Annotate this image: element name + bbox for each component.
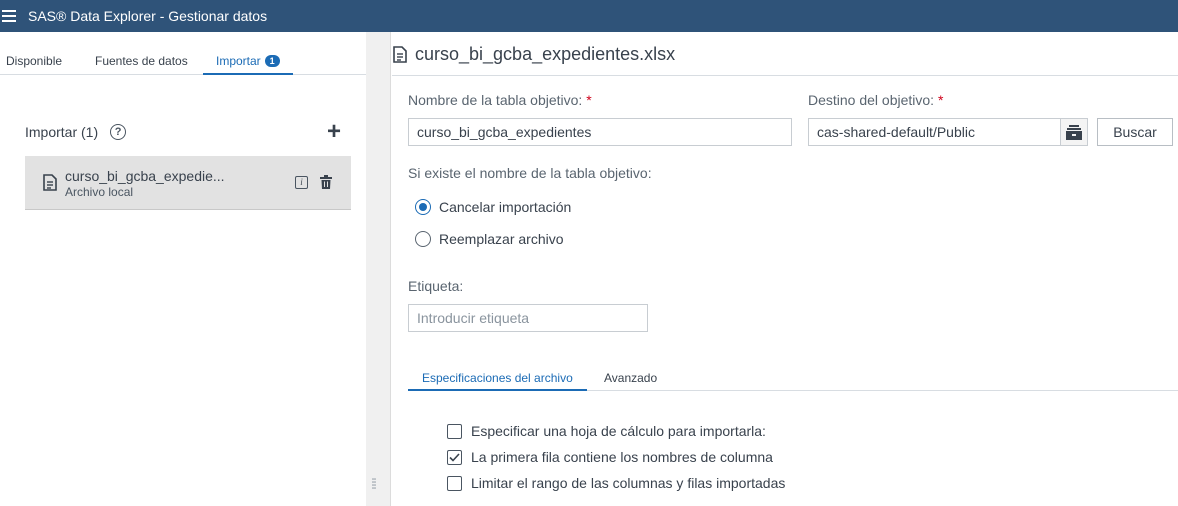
- checkbox-limit-range[interactable]: Limitar el rango de las columnas y filas…: [447, 475, 785, 491]
- required-mark: *: [586, 92, 592, 108]
- checkbox-specify-sheet-label: Especificar una hoja de cálculo para imp…: [471, 423, 766, 439]
- tab-importar-label: Importar: [216, 54, 261, 68]
- checkbox-limit-range-label: Limitar el rango de las columnas y filas…: [471, 475, 786, 491]
- help-icon[interactable]: ?: [110, 124, 127, 140]
- radio-replace-file[interactable]: Reemplazar archivo: [415, 231, 564, 247]
- detail-panel: curso_bi_gcba_expedientes.xlsx Nombre de…: [392, 32, 1178, 506]
- import-item-source: Archivo local: [65, 185, 134, 199]
- target-table-label: Nombre de la tabla objetivo: *: [408, 92, 592, 108]
- library-picker-button[interactable]: [1060, 118, 1088, 146]
- checkbox-specify-sheet[interactable]: Especificar una hoja de cálculo para imp…: [447, 423, 766, 439]
- panel-tabs: Disponible Fuentes de datos Importar 1: [0, 46, 366, 75]
- resize-grip-icon: [372, 478, 376, 489]
- checkbox-unchecked-icon: [447, 475, 462, 491]
- required-mark: *: [937, 92, 944, 108]
- import-header-label: Importar (1): [25, 124, 99, 140]
- left-panel: Disponible Fuentes de datos Importar 1 Im…: [0, 32, 366, 506]
- checkbox-unchecked-icon: [447, 423, 462, 439]
- panel-splitter[interactable]: [366, 32, 391, 506]
- tab-fuentes-de-datos[interactable]: Fuentes de datos: [95, 54, 188, 68]
- radio-unselected-icon: [415, 231, 431, 247]
- target-table-input[interactable]: [408, 118, 792, 146]
- trash-icon[interactable]: [320, 175, 332, 189]
- checkmark-icon: [449, 452, 460, 462]
- import-count-badge: 1: [264, 55, 280, 67]
- radio-cancel-import[interactable]: Cancelar importación: [415, 199, 571, 215]
- tab-disponible[interactable]: Disponible: [6, 54, 62, 68]
- target-dest-label-text: Destino del objetivo:: [808, 92, 935, 108]
- tag-label: Etiqueta:: [408, 278, 464, 294]
- checkbox-first-row-label: La primera fila contiene los nombres de …: [471, 449, 773, 465]
- library-icon: [1066, 124, 1082, 140]
- radio-selected-icon: [415, 199, 431, 215]
- app-title: SAS® Data Explorer - Gestionar datos: [28, 8, 268, 24]
- app-header: SAS® Data Explorer - Gestionar datos: [0, 0, 1178, 32]
- detail-title-bar: curso_bi_gcba_expedientes.xlsx: [392, 32, 1178, 76]
- add-icon[interactable]: +: [327, 120, 341, 144]
- tag-input[interactable]: [408, 304, 648, 332]
- file-options-tabs: Especificaciones del archivo Avanzado: [408, 366, 1178, 391]
- tab-file-specifications[interactable]: Especificaciones del archivo: [408, 371, 587, 391]
- radio-replace-label: Reemplazar archivo: [439, 231, 564, 247]
- tab-advanced[interactable]: Avanzado: [604, 371, 657, 385]
- page-title: curso_bi_gcba_expedientes.xlsx: [415, 44, 676, 64]
- document-icon: [393, 46, 407, 63]
- target-dest-input[interactable]: [808, 118, 1061, 146]
- tab-importar[interactable]: Importar 1: [203, 54, 293, 75]
- menu-icon[interactable]: [0, 0, 28, 32]
- import-header: Importar (1) ?: [25, 124, 127, 140]
- target-table-label-text: Nombre de la tabla objetivo:: [408, 92, 583, 108]
- target-dest-label: Destino del objetivo: *: [808, 92, 943, 108]
- document-icon: [43, 174, 57, 191]
- exists-label: Si existe el nombre de la tabla objetivo…: [408, 165, 652, 181]
- checkbox-first-row-header[interactable]: La primera fila contiene los nombres de …: [447, 449, 773, 465]
- checkbox-checked-icon: [447, 449, 462, 465]
- import-item-name: curso_bi_gcba_expedie...: [65, 168, 225, 184]
- info-icon[interactable]: i: [295, 176, 308, 189]
- import-list-item[interactable]: curso_bi_gcba_expedie... Archivo local i: [25, 156, 351, 210]
- radio-cancel-label: Cancelar importación: [439, 199, 572, 215]
- browse-button[interactable]: Buscar: [1097, 118, 1173, 146]
